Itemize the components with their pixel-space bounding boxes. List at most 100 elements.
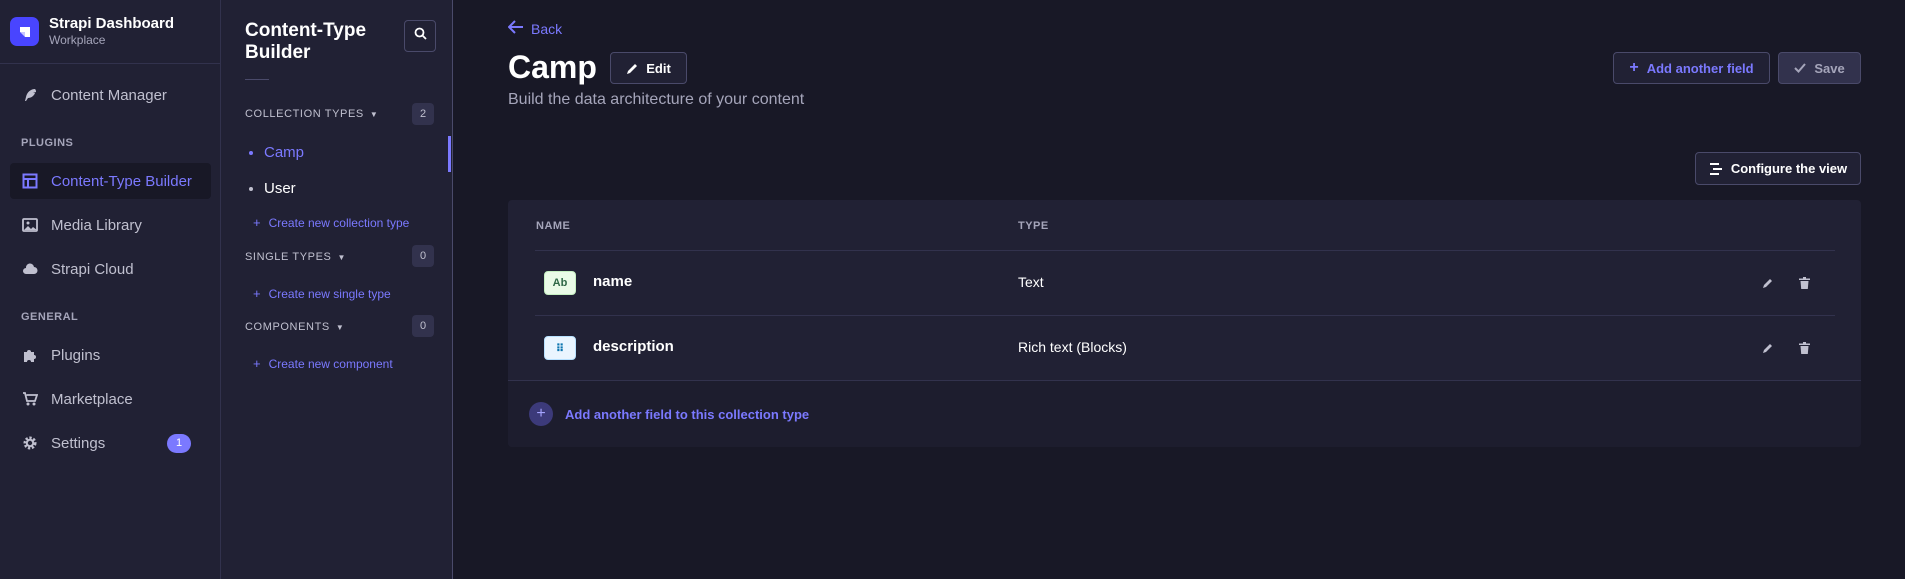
plus-icon: + — [253, 286, 261, 301]
item-label: User — [264, 180, 296, 197]
caret-down-icon: ▼ — [369, 109, 379, 119]
link-label: Create new collection type — [268, 215, 410, 230]
brand-header[interactable]: Strapi Dashboard Workplace — [0, 0, 220, 64]
single-types-count: 0 — [412, 245, 434, 267]
create-component-link[interactable]: + Create new component — [253, 356, 393, 371]
item-label: Camp — [264, 144, 305, 161]
field-type: Rich text (Blocks) — [1018, 339, 1127, 355]
nav-section-general: GENERAL — [21, 311, 79, 323]
configure-view-button[interactable]: Configure the view — [1695, 152, 1861, 185]
section-label: COMPONENTS — [245, 321, 330, 333]
nav-settings[interactable]: Settings 1 — [10, 425, 211, 461]
settings-notification-badge: 1 — [167, 433, 191, 453]
plus-icon: + — [253, 356, 261, 371]
brand-title: Strapi Dashboard — [49, 15, 175, 32]
nav-label: Content-Type Builder — [51, 172, 192, 190]
nav-content-manager[interactable]: Content Manager — [10, 77, 211, 113]
fields-table: NAME TYPE Ab name Text ⠿ description Ric… — [508, 200, 1861, 447]
nav-content-type-builder[interactable]: Content-Type Builder — [10, 163, 211, 199]
nav-plugins[interactable]: Plugins — [10, 337, 211, 373]
nav-label: Content Manager — [51, 86, 167, 104]
plus-icon: + — [1629, 59, 1639, 76]
nav-label: Marketplace — [51, 390, 133, 408]
caret-down-icon: ▼ — [335, 322, 345, 332]
cloud-icon — [21, 261, 38, 278]
bullet-icon — [249, 186, 253, 191]
image-icon — [21, 217, 38, 234]
nav-marketplace[interactable]: Marketplace — [10, 381, 211, 417]
nav-label: Settings — [51, 434, 106, 452]
trash-icon — [1798, 277, 1810, 289]
feather-icon — [21, 87, 38, 104]
single-types-toggle[interactable]: SINGLE TYPES ▼ — [245, 251, 346, 263]
search-button[interactable] — [404, 20, 436, 52]
nav-label: Media Library — [51, 216, 142, 234]
column-header-name: NAME — [536, 220, 571, 232]
button-label: Save — [1814, 60, 1845, 76]
subnav-item-user[interactable]: User — [245, 180, 296, 197]
back-link[interactable]: Back — [507, 20, 563, 37]
button-label: Add another field — [1646, 60, 1754, 76]
link-label: Create new component — [268, 356, 393, 371]
section-label: COLLECTION TYPES — [245, 108, 364, 120]
edit-field-button[interactable] — [1760, 340, 1776, 356]
trash-icon — [1798, 342, 1810, 354]
nav-strapi-cloud[interactable]: Strapi Cloud — [10, 251, 211, 287]
edit-field-button[interactable] — [1760, 275, 1776, 291]
layout-lines-icon — [1709, 162, 1723, 176]
active-item-marker — [448, 136, 451, 172]
add-another-field-button[interactable]: + Add another field — [1613, 52, 1770, 84]
pencil-icon — [1763, 344, 1772, 353]
check-icon — [1794, 63, 1807, 73]
search-icon — [414, 27, 427, 45]
subnav-title: Content-Type Builder — [245, 20, 367, 63]
brand-subtitle: Workplace — [49, 33, 106, 47]
components-toggle[interactable]: COMPONENTS ▼ — [245, 321, 344, 333]
bullet-icon — [249, 150, 253, 155]
cart-icon — [21, 391, 38, 408]
nav-section-plugins: PLUGINS — [21, 137, 74, 149]
layout-icon — [21, 173, 38, 190]
field-type: Text — [1018, 274, 1044, 290]
edit-label: Edit — [646, 60, 671, 76]
back-label: Back — [531, 20, 563, 37]
content-type-builder-subnav: Content-Type Builder COLLECTION TYPES ▼ … — [221, 0, 453, 579]
column-header-type: TYPE — [1018, 220, 1049, 232]
nav-label: Plugins — [51, 346, 101, 364]
collection-types-toggle[interactable]: COLLECTION TYPES ▼ — [245, 108, 378, 120]
collection-types-count: 2 — [412, 103, 434, 125]
nav-label: Strapi Cloud — [51, 260, 134, 278]
subnav-item-camp[interactable]: Camp — [245, 144, 304, 161]
main-nav: Strapi Dashboard Workplace Content Manag… — [0, 0, 221, 579]
plus-circle-icon: + — [529, 402, 553, 426]
gear-icon — [21, 435, 38, 452]
pencil-icon — [1763, 279, 1772, 288]
components-count: 0 — [412, 315, 434, 337]
strapi-logo-icon — [10, 17, 39, 46]
subnav-divider — [245, 79, 269, 80]
page-subtitle: Build the data architecture of your cont… — [508, 91, 805, 108]
link-label: Create new single type — [268, 286, 391, 301]
delete-field-button[interactable] — [1796, 275, 1812, 291]
page-title: Camp — [508, 49, 597, 85]
blocks-type-icon: ⠿ — [544, 336, 576, 360]
edit-button[interactable]: Edit — [610, 52, 687, 84]
table-row: Ab name Text — [508, 251, 1861, 315]
create-single-type-link[interactable]: + Create new single type — [253, 286, 391, 301]
save-button[interactable]: Save — [1778, 52, 1861, 84]
create-collection-type-link[interactable]: + Create new collection type — [253, 215, 409, 230]
add-field-footer[interactable]: + Add another field to this collection t… — [508, 380, 1861, 447]
table-row: ⠿ description Rich text (Blocks) — [508, 316, 1861, 380]
arrow-left-icon — [507, 20, 524, 37]
nav-media-library[interactable]: Media Library — [10, 207, 211, 243]
plus-icon: + — [253, 215, 261, 230]
button-label: Configure the view — [1730, 161, 1848, 176]
field-name: name — [593, 273, 633, 290]
field-name: description — [593, 338, 674, 355]
text-type-icon: Ab — [544, 271, 576, 295]
delete-field-button[interactable] — [1796, 340, 1812, 356]
puzzle-icon — [21, 347, 38, 364]
add-field-to-collection-link[interactable]: Add another field to this collection typ… — [565, 407, 809, 422]
section-label: SINGLE TYPES — [245, 251, 332, 263]
pencil-icon — [626, 62, 639, 75]
